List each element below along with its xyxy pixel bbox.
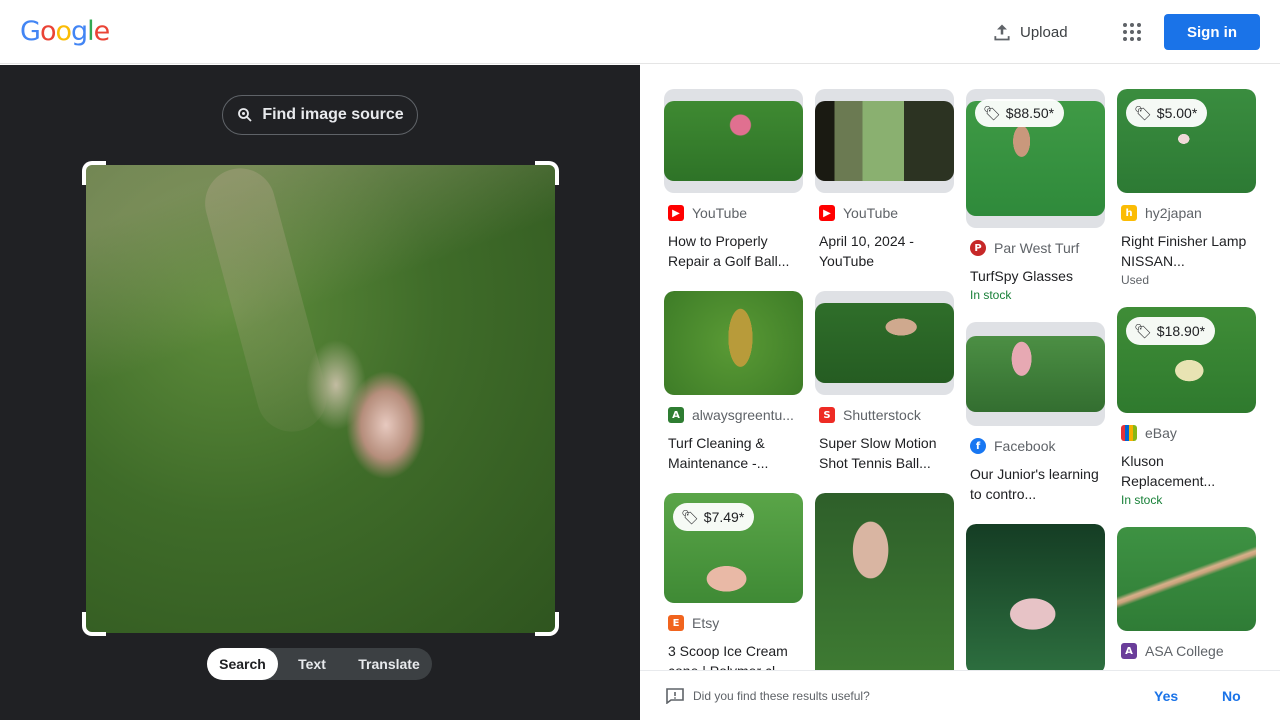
upload-button[interactable]: Upload (992, 18, 1068, 46)
result-thumbnail[interactable] (664, 291, 803, 395)
google-logo[interactable]: Google (20, 16, 110, 47)
find-image-source-label: Find image source (262, 106, 404, 123)
visual-matches: ▶ YouTube How to Properly Repair a Golf B… (640, 65, 1280, 670)
result-title[interactable]: 3 Scoop Ice Cream cone | Polymer cl... (664, 641, 803, 670)
results-column: 🏷 $5.00* h hy2japan Right Finisher Lamp NI… (1117, 89, 1256, 670)
feedback-no-button[interactable]: No (1222, 688, 1241, 704)
result-title[interactable]: Turf Cleaning & Maintenance -... (664, 433, 803, 473)
result-card[interactable]: f Facebook Our Junior's learning to contr… (966, 322, 1105, 504)
parwest-icon: P (970, 240, 986, 256)
facebook-icon: f (970, 438, 986, 454)
feedback-icon (666, 688, 684, 704)
result-card[interactable]: 🏷 $18.90* eBay Kluson Replacement... In s… (1117, 307, 1256, 507)
find-image-source-button[interactable]: Find image source (222, 95, 418, 135)
asa-college-icon: A (1121, 643, 1137, 659)
mode-switcher: Search Text Translate (207, 648, 432, 680)
result-title[interactable]: Our Junior's learning to contro... (966, 464, 1105, 504)
result-title[interactable]: How to Properly Repair a Golf Ball... (664, 231, 803, 271)
result-thumbnail[interactable]: 🏷 $5.00* (1117, 89, 1256, 193)
shutterstock-icon: S (819, 407, 835, 423)
price-tag-icon: 🏷 (1134, 104, 1152, 121)
ebay-icon (1121, 425, 1137, 441)
result-title[interactable]: April 10, 2024 - YouTube (815, 231, 954, 271)
stock-status: In stock (1121, 493, 1163, 507)
result-thumbnail[interactable] (815, 89, 954, 193)
result-source: A ASA College (1117, 643, 1256, 659)
result-source: h hy2japan (1117, 205, 1256, 221)
feedback-question: Did you find these results useful? (693, 689, 870, 703)
result-title[interactable]: Super Slow Motion Shot Tennis Ball... (815, 433, 954, 473)
price-badge: 🏷 $18.90* (1126, 317, 1216, 345)
result-card[interactable]: A ASA College (1117, 527, 1256, 659)
result-title[interactable]: Right Finisher Lamp NISSAN... (1117, 231, 1256, 271)
result-source: ▶ YouTube (815, 205, 954, 221)
price-tag-icon: 🏷 (1134, 322, 1152, 339)
crop-handle-bottom-left[interactable] (82, 612, 106, 636)
price-tag-icon: 🏷 (681, 508, 699, 525)
result-thumbnail[interactable] (966, 524, 1105, 670)
lens-search-icon (238, 108, 252, 122)
result-card[interactable]: ▶ YouTube April 10, 2024 - YouTube (815, 89, 954, 271)
result-title[interactable]: TurfSpy Glasses (966, 266, 1105, 286)
apps-grid-icon[interactable] (1120, 20, 1144, 44)
result-card[interactable]: S Shutterstock Super Slow Motion Shot Ten… (815, 291, 954, 473)
result-source: S Shutterstock (815, 407, 954, 423)
youtube-icon: ▶ (819, 205, 835, 221)
upload-label: Upload (1020, 23, 1068, 41)
result-source: E Etsy (664, 615, 803, 631)
item-condition: Used (1121, 273, 1150, 287)
sign-in-button[interactable]: Sign in (1164, 14, 1260, 50)
result-thumbnail[interactable] (1117, 527, 1256, 631)
result-source: eBay (1117, 425, 1256, 441)
crop-handle-top-right[interactable] (535, 161, 559, 185)
result-source: Aalwaysgreentu... (664, 407, 803, 423)
result-thumbnail[interactable]: 🏷 $88.50* (966, 89, 1105, 228)
feedback-bar: Did you find these results useful? Yes N… (640, 670, 1280, 720)
hy2japan-icon: h (1121, 205, 1137, 221)
price-badge: 🏷 $88.50* (975, 99, 1065, 127)
mode-search-tab[interactable]: Search (207, 648, 278, 680)
result-thumbnail[interactable] (815, 291, 954, 395)
crop-handle-top-left[interactable] (82, 161, 106, 185)
crop-handle-bottom-right[interactable] (535, 612, 559, 636)
results-column: 🏷 $88.50* P Par West Turf TurfSpy Glasses … (966, 89, 1105, 670)
query-image[interactable] (86, 165, 555, 633)
result-card[interactable] (966, 524, 1105, 670)
price-tag-icon: 🏷 (983, 104, 1001, 121)
result-thumbnail[interactable] (664, 89, 803, 193)
etsy-icon: E (668, 615, 684, 631)
price-badge: 🏷 $7.49* (673, 503, 755, 531)
result-source: f Facebook (966, 438, 1105, 454)
result-source: ▶ YouTube (664, 205, 803, 221)
result-thumbnail[interactable]: 🏷 $7.49* (664, 493, 803, 603)
alwaysgreen-icon: A (668, 407, 684, 423)
result-thumbnail[interactable] (966, 322, 1105, 426)
result-title[interactable]: Kluson Replacement... (1117, 451, 1256, 491)
result-thumbnail[interactable]: 🏷 $18.90* (1117, 307, 1256, 413)
result-thumbnail[interactable] (815, 493, 954, 670)
result-source: P Par West Turf (966, 240, 1105, 256)
upload-icon (994, 24, 1010, 41)
result-card[interactable]: 🏷$7.49* EEtsy 3 Scoop Ice Cream cone | P… (664, 493, 803, 670)
result-card[interactable]: 🏷 $5.00* h hy2japan Right Finisher Lamp NI… (1117, 89, 1256, 287)
mode-translate-tab[interactable]: Translate (346, 648, 432, 680)
result-card[interactable]: Aalwaysgreentu... Turf Cleaning & Mainte… (664, 291, 803, 473)
query-panel: Find image source Search Text Translate (0, 65, 640, 720)
youtube-icon: ▶ (668, 205, 684, 221)
feedback-yes-button[interactable]: Yes (1154, 688, 1178, 704)
stock-status: In stock (970, 288, 1012, 302)
result-card[interactable] (815, 493, 954, 670)
results-column: ▶ YouTube April 10, 2024 - YouTube S Shutt… (815, 89, 954, 670)
results-column: ▶ YouTube How to Properly Repair a Golf B… (664, 89, 803, 670)
top-bar: Google Upload Sign in (0, 0, 1280, 64)
mode-text-tab[interactable]: Text (278, 648, 346, 680)
result-card[interactable]: 🏷 $88.50* P Par West Turf TurfSpy Glasses … (966, 89, 1105, 302)
result-card[interactable]: ▶ YouTube How to Properly Repair a Golf B… (664, 89, 803, 271)
price-badge: 🏷 $5.00* (1126, 99, 1208, 127)
